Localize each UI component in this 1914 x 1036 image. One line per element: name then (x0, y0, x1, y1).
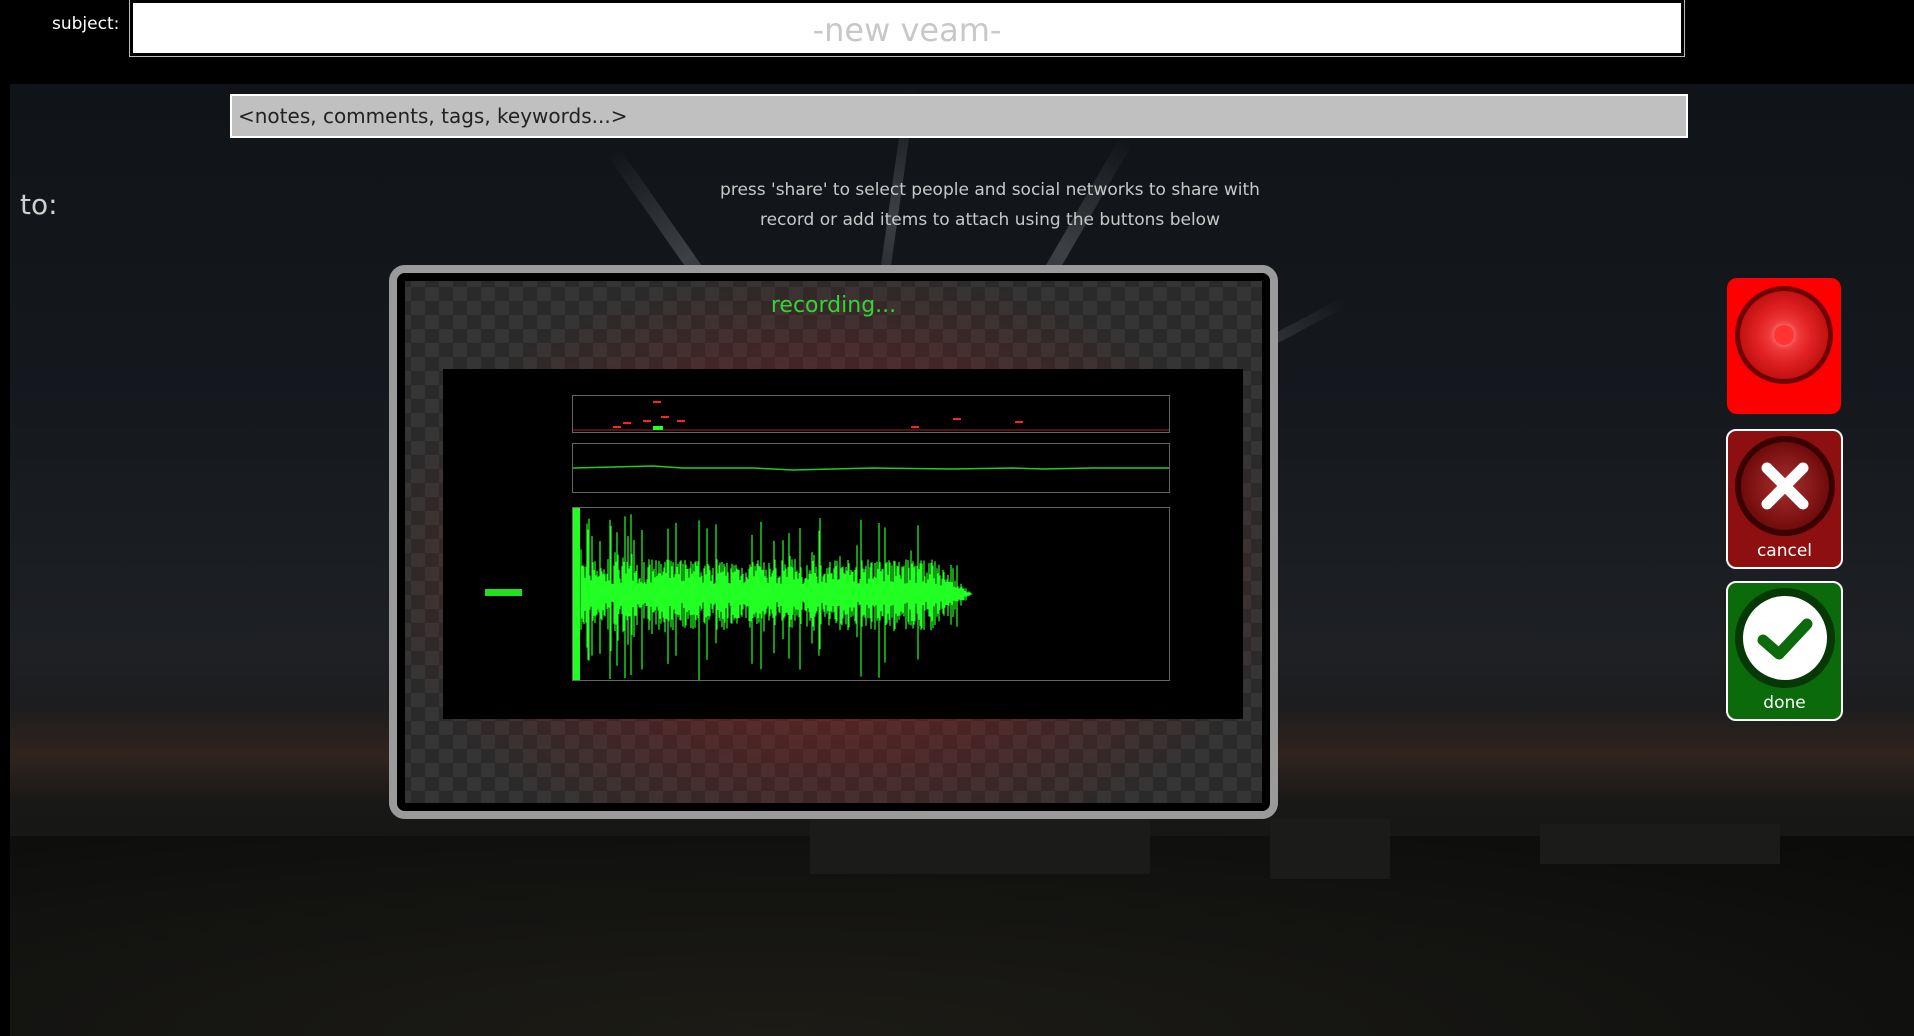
record-button[interactable] (1727, 278, 1841, 414)
building (1270, 819, 1390, 879)
hint-line-1: press 'share' to select people and socia… (720, 180, 1260, 200)
done-label: done (1763, 693, 1806, 713)
spectrum-band (572, 395, 1170, 433)
subject-input[interactable]: -new veam- (130, 0, 1684, 56)
spectrum-graph (573, 401, 1169, 431)
audio-visualizer (443, 369, 1243, 719)
envelope-band (572, 443, 1170, 493)
recorder-panel: recording... (389, 265, 1278, 819)
waveform-graph (573, 508, 973, 681)
level-meter (485, 589, 522, 596)
subject-label: subject: (52, 14, 120, 34)
notes-input[interactable]: <notes, comments, tags, keywords...> (230, 94, 1688, 138)
hint-line-2: record or add items to attach using the … (760, 210, 1220, 230)
building (1540, 824, 1780, 864)
cancel-button[interactable]: cancel (1726, 429, 1843, 569)
waveform-band (572, 507, 1170, 681)
done-button[interactable]: done (1726, 581, 1843, 721)
record-icon (1740, 291, 1828, 379)
cancel-label: cancel (1756, 541, 1813, 561)
recording-status: recording... (770, 293, 897, 318)
envelope-graph (572, 465, 1169, 471)
waveform-path (580, 514, 973, 681)
close-icon (1740, 442, 1829, 530)
to-label: to: (20, 188, 58, 221)
checkmark-icon (1742, 596, 1827, 680)
top-bar: subject: -new veam- (0, 0, 1914, 84)
